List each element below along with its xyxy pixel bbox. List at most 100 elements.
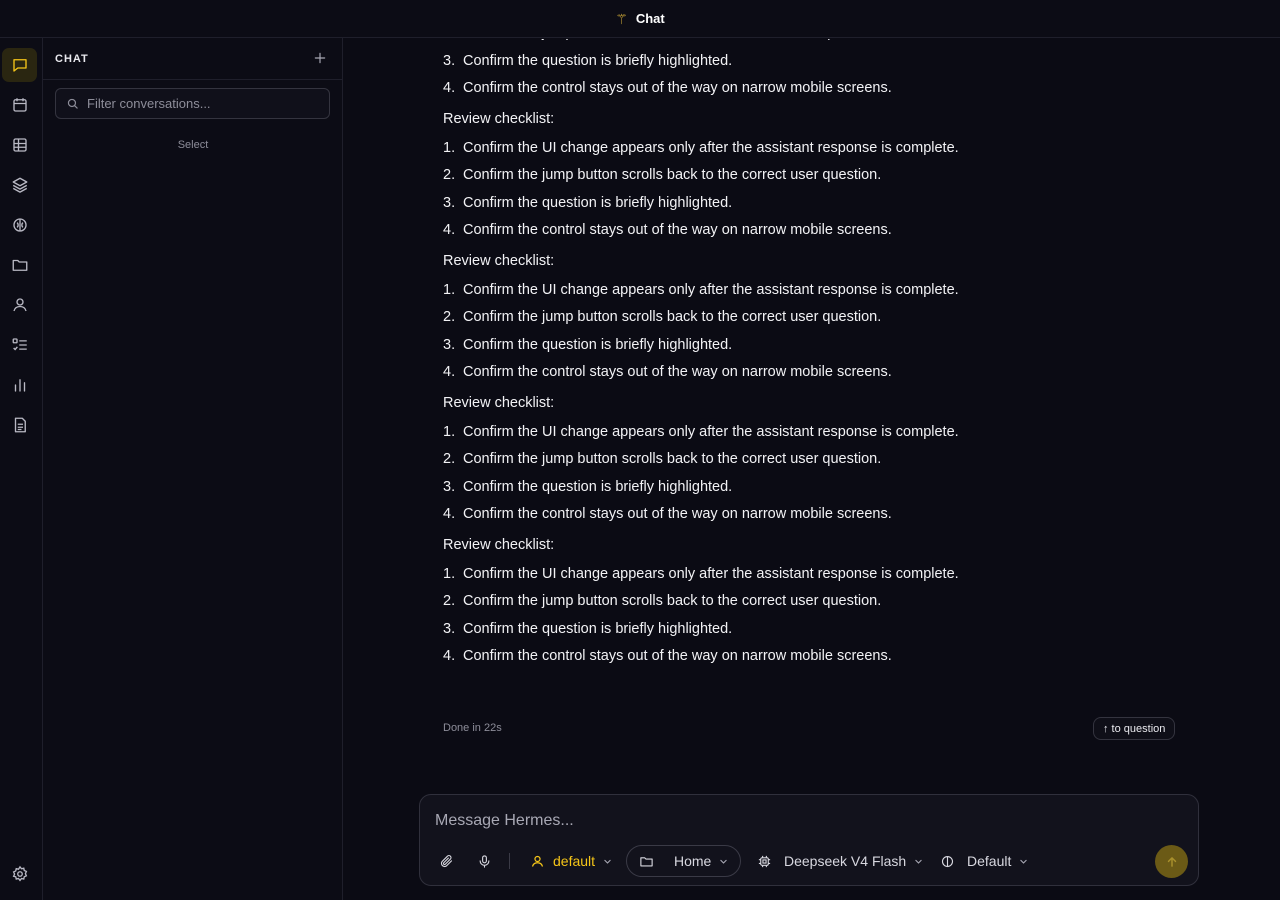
- chat-main: 2. Confirm the jump button scrolls back t…: [343, 39, 1280, 900]
- attach-button[interactable]: [439, 845, 454, 877]
- checklist-heading: Review checklist:: [443, 394, 555, 411]
- list-item-text: Confirm the control stays out of the way…: [463, 364, 892, 380]
- list-item-number: 4.: [443, 222, 456, 238]
- list-item-number: 1.: [443, 423, 456, 440]
- checklist-list: 1. Confirm the UI change appears only aft…: [443, 561, 1183, 671]
- microphone-button[interactable]: [477, 845, 492, 877]
- rail-grid-button[interactable]: [2, 128, 37, 162]
- new-chat-button[interactable]: [310, 50, 330, 68]
- list-item-text: Confirm the control stays out of the way…: [463, 222, 892, 238]
- list-item-text: Confirm the jump button scrolls back to …: [463, 39, 881, 48]
- list-item-text: Confirm the UI change appears only after…: [463, 423, 959, 440]
- rail-brain-button[interactable]: [2, 208, 37, 242]
- checklist-group: Review checklist: 1. Confirm the UI change…: [443, 252, 1183, 387]
- list-item-number: 2.: [443, 451, 456, 467]
- list-item: 2.Confirm the jump button scrolls back t…: [443, 39, 1183, 48]
- folder-icon: [640, 856, 653, 866]
- rail-folder-button[interactable]: [2, 248, 37, 282]
- list-item-number: 1.: [443, 139, 456, 156]
- list-item-number: 3.: [443, 52, 456, 69]
- checklist-groups: Review checklist: 1. Confirm the UI change…: [443, 110, 1183, 671]
- microphone-icon: [479, 854, 490, 868]
- sidebar-header: CHAT: [43, 38, 342, 80]
- checklist-list: 1. Confirm the UI change appears only aft…: [443, 419, 1183, 529]
- list-item-text: Confirm the UI change appears only after…: [463, 139, 959, 156]
- list-item-text: Confirm the question is briefly highligh…: [463, 478, 733, 495]
- user-icon: [531, 855, 544, 867]
- jump-to-question-button[interactable]: ↑ to question: [1093, 717, 1176, 740]
- rail-user-button[interactable]: [2, 288, 37, 322]
- folder-selector[interactable]: Home: [626, 845, 742, 877]
- conversation-sidebar: CHAT Select: [43, 38, 343, 900]
- list-item-number: 4.: [443, 80, 456, 96]
- rail-analytics-button[interactable]: [2, 368, 37, 402]
- list-item-number: 1.: [443, 281, 456, 298]
- plus-icon: [314, 52, 326, 63]
- profile-selector[interactable]: default: [530, 845, 612, 877]
- checklist-heading: Review checklist:: [443, 110, 555, 127]
- list-item-text: Confirm the control stays out of the way…: [463, 506, 892, 522]
- list-item-text: Confirm the question is briefly highligh…: [463, 52, 733, 69]
- checklist-heading: Review checklist:: [443, 252, 555, 269]
- search-icon: [67, 98, 78, 109]
- message-composer: default Home Deepseek V4 Flash Default: [419, 794, 1199, 886]
- rail-layers-button[interactable]: [2, 168, 37, 202]
- list-item: 3. Confirm the question is briefly highli…: [443, 616, 1183, 644]
- checklist-group: Review checklist: 1. Confirm the UI change…: [443, 110, 1183, 245]
- list-item-number: 1.: [443, 565, 456, 582]
- folder-label: Home: [674, 853, 712, 869]
- folder-icon: [12, 259, 27, 271]
- list-item-number: 4.: [443, 648, 456, 664]
- chat-icon: [12, 59, 27, 72]
- rail-calendar-button[interactable]: [2, 88, 37, 122]
- checklist-group: Review checklist: 1. Confirm the UI change…: [443, 394, 1183, 529]
- list-item-text: Confirm the jump button scrolls back to …: [463, 451, 882, 467]
- mode-label: Default: [967, 853, 1012, 869]
- mode-selector[interactable]: Default: [940, 845, 1028, 877]
- select-button[interactable]: Select: [43, 139, 343, 151]
- response-status: Done in 22s: [443, 722, 502, 734]
- icon-rail: [0, 38, 43, 900]
- rail-settings-button[interactable]: [2, 857, 37, 891]
- search-input[interactable]: [87, 96, 317, 111]
- list-item-text: Confirm the jump button scrolls back to …: [463, 167, 882, 183]
- composer-toolbar: default Home Deepseek V4 Flash Default: [420, 845, 1200, 878]
- partial-list: 2.Confirm the jump button scrolls back t…: [443, 39, 1183, 103]
- user-icon: [12, 298, 27, 312]
- list-item-text: Confirm the question is briefly highligh…: [463, 336, 733, 353]
- list-item-number: 4.: [443, 364, 456, 380]
- brain-icon: [941, 855, 954, 867]
- grid-icon: [12, 138, 27, 152]
- message-input[interactable]: [435, 809, 1175, 833]
- list-item-text: Confirm the question is briefly highligh…: [463, 620, 733, 637]
- chevron-down-icon: [915, 859, 922, 864]
- list-item: 4. Confirm the control stays out of the w…: [443, 643, 1183, 671]
- toolbar-divider: [509, 853, 510, 869]
- rail-checklist-button[interactable]: [2, 328, 37, 362]
- list-item-text: Confirm the control stays out of the way…: [463, 80, 892, 96]
- model-selector[interactable]: Deepseek V4 Flash: [757, 845, 923, 877]
- checklist-heading: Review checklist:: [443, 536, 555, 553]
- list-item-text: Confirm the control stays out of the way…: [463, 648, 892, 664]
- paperclip-icon: [440, 854, 453, 867]
- chevron-down-icon: [604, 859, 611, 864]
- layers-icon: [12, 177, 27, 193]
- list-item: 4. Confirm the control stays out of the w…: [443, 75, 1183, 103]
- list-item: 4. Confirm the control stays out of the w…: [443, 217, 1183, 245]
- list-item: 4. Confirm the control stays out of the w…: [443, 501, 1183, 529]
- list-item: 4. Confirm the control stays out of the w…: [443, 359, 1183, 387]
- rail-document-button[interactable]: [2, 408, 37, 442]
- list-item-number: 2.: [443, 593, 456, 609]
- document-icon: [14, 417, 26, 433]
- checklist-list: 1. Confirm the UI change appears only aft…: [443, 277, 1183, 387]
- list-item: 2.Confirm the jump button scrolls back t…: [443, 304, 1183, 332]
- list-item-text: Confirm the UI change appears only after…: [463, 565, 959, 582]
- send-button[interactable]: [1155, 845, 1188, 878]
- list-item-number: 3.: [443, 194, 456, 211]
- calendar-icon: [12, 98, 27, 112]
- sidebar-title: CHAT: [55, 52, 89, 65]
- list-item-number: 3.: [443, 336, 456, 353]
- title-group: ⚚ Chat: [615, 11, 664, 26]
- list-item-text: Confirm the jump button scrolls back to …: [463, 309, 882, 325]
- rail-chat-button[interactable]: [2, 48, 37, 82]
